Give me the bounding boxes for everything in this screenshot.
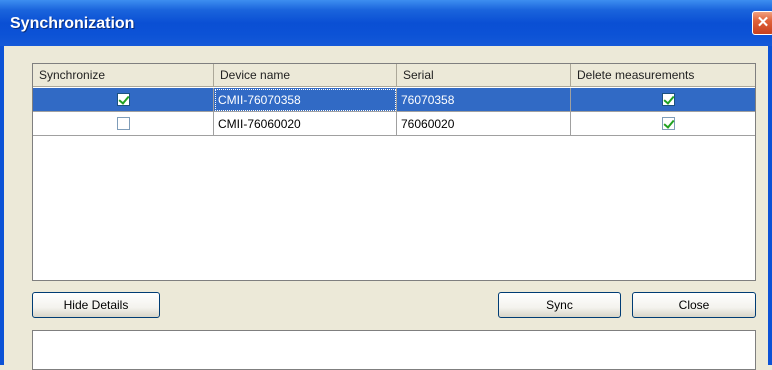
table-row[interactable]: CMII-76060020 76060020 [33,112,755,136]
column-header-serial[interactable]: Serial [397,64,571,86]
hide-details-button[interactable]: Hide Details [32,292,160,318]
synchronization-dialog: Synchronization ✕ Synchronize Device nam… [0,0,772,370]
column-header-synchronize[interactable]: Synchronize [33,64,214,86]
window-frame-right [768,46,772,365]
synchronize-cell[interactable] [33,88,214,112]
synchronize-checkbox[interactable] [117,93,130,106]
sync-button[interactable]: Sync [498,292,621,318]
column-header-delete-measurements[interactable]: Delete measurements [571,64,755,86]
details-panel[interactable] [32,330,756,370]
window-title: Synchronization [10,15,135,32]
synchronize-checkbox[interactable] [117,117,130,130]
close-icon: ✕ [756,14,770,31]
delete-measurements-checkbox[interactable] [662,117,675,130]
serial-cell[interactable]: 76070358 [397,88,571,112]
devices-grid[interactable]: Synchronize Device name Serial Delete me… [32,63,756,281]
synchronize-cell[interactable] [33,112,214,136]
title-bar[interactable]: Synchronization ✕ [0,0,772,46]
table-row[interactable]: CMII-76070358 76070358 [33,88,755,112]
close-button[interactable]: Close [632,292,756,318]
window-frame-left [0,46,4,365]
serial-cell[interactable]: 76060020 [397,112,571,136]
delete-measurements-cell[interactable] [571,112,755,136]
device-name-cell[interactable]: CMII-76060020 [214,112,397,136]
close-window-button[interactable]: ✕ [752,11,772,35]
device-name-cell[interactable]: CMII-76070358 [214,88,397,112]
delete-measurements-checkbox[interactable] [662,93,675,106]
delete-measurements-cell[interactable] [571,88,755,112]
grid-header: Synchronize Device name Serial Delete me… [33,64,755,87]
column-header-device-name[interactable]: Device name [214,64,397,86]
